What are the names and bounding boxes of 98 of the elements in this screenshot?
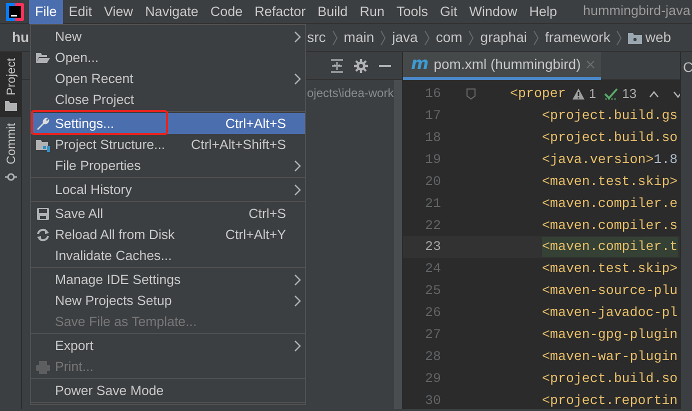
- menu-bar-item[interactable]: Help: [523, 0, 564, 24]
- breadcrumb-item[interactable]: graphai: [480, 27, 527, 48]
- tab-label: Project: [3, 58, 19, 96]
- scrollbar[interactable]: [394, 80, 402, 409]
- chevron-icon: [380, 28, 386, 46]
- chevron-icon: [616, 28, 622, 46]
- collapse-all-icon[interactable]: [330, 58, 344, 72]
- menu-item[interactable]: Local History: [31, 179, 305, 200]
- breadcrumb-item[interactable]: com: [436, 27, 462, 48]
- chevron-icon: [532, 28, 539, 46]
- line-number: 21: [424, 194, 441, 213]
- code-text: <maven.test.skip>: [542, 260, 678, 278]
- menu-bar-item[interactable]: Run: [354, 0, 390, 24]
- code-text: <project.build.so: [542, 129, 678, 147]
- code-text: <maven.compiler.s: [542, 216, 678, 235]
- code-text: <project.build.so: [542, 370, 678, 388]
- wrench-icon: [36, 116, 50, 130]
- code-text: <maven.compiler.e: [542, 194, 678, 213]
- commit-icon: [5, 170, 17, 183]
- settings-icon[interactable]: [354, 58, 368, 72]
- line-number: 25: [424, 282, 441, 300]
- folder-icon: [5, 101, 17, 112]
- line-number: 16: [424, 85, 441, 104]
- menu-item[interactable]: Manage IDE Settings: [31, 269, 305, 290]
- chevron-icon: [424, 28, 430, 46]
- chevron-icon: [332, 28, 338, 46]
- line-number: 18: [424, 129, 441, 147]
- line-number: 26: [424, 304, 441, 322]
- breadcrumb-item[interactable]: web: [645, 27, 672, 48]
- menu-item[interactable]: Close Project: [31, 89, 305, 110]
- line-number: 22: [424, 216, 441, 235]
- editor-tab[interactable]: m pom.xml (hummingbird): [403, 52, 601, 80]
- menu-item[interactable]: File Properties: [31, 155, 305, 176]
- code-text: <maven-javadoc-pl: [542, 304, 678, 322]
- open-folder-icon: [36, 50, 50, 64]
- breadcrumb-item[interactable]: src: [307, 27, 326, 48]
- line-number: 28: [424, 348, 441, 366]
- check-count[interactable]: 13: [622, 84, 637, 104]
- tab-label: pom.xml (hummingbird): [434, 55, 581, 74]
- menu-bar-item[interactable]: Tools: [390, 0, 434, 24]
- project-path: ojects\idea-work: [307, 85, 394, 102]
- menu-bar-item[interactable]: Refactor: [248, 0, 312, 24]
- menu-item[interactable]: New: [31, 26, 305, 47]
- folder-icon: [628, 32, 642, 44]
- menu-item[interactable]: Open...: [31, 47, 305, 68]
- window-title: hummingbird-java: [583, 2, 690, 20]
- breadcrumb-item[interactable]: main: [344, 27, 374, 48]
- menu-bar-item[interactable]: Window: [463, 0, 524, 24]
- breadcrumb-item[interactable]: java: [392, 27, 418, 48]
- menu-item[interactable]: Save All Ctrl+S: [31, 203, 305, 224]
- project-name[interactable]: hu: [12, 27, 30, 48]
- line-number: 19: [424, 150, 441, 169]
- menu-item[interactable]: Reload All from Disk Ctrl+Alt+Y: [31, 224, 305, 245]
- menu-bar-item[interactable]: Navigate: [139, 0, 204, 24]
- code-text: <maven-war-plugin: [542, 348, 678, 366]
- menu-bar-item[interactable]: Code: [204, 0, 249, 24]
- code-text: <maven.test.skip>: [542, 172, 678, 191]
- line-number: 20: [424, 172, 441, 191]
- menu-item[interactable]: Project Structure... Ctrl+Alt+Shift+S: [31, 134, 305, 155]
- tab-label: Commit: [3, 123, 19, 165]
- code-text: <maven-source-plu: [542, 282, 678, 300]
- menu-bar-item[interactable]: Edit: [62, 0, 98, 24]
- chevron-icon: [468, 28, 474, 46]
- code-text: <java.version>: [542, 150, 654, 169]
- code-text: 1.8: [654, 150, 678, 169]
- menu-bar-item[interactable]: View: [98, 0, 140, 24]
- tool-window-tab[interactable]: Project: [0, 52, 22, 118]
- line-number: 30: [424, 392, 441, 410]
- line-number: 17: [424, 107, 441, 126]
- menu-bar-item[interactable]: Git: [434, 0, 464, 24]
- fold-icon[interactable]: [466, 88, 476, 100]
- breadcrumb-item[interactable]: framework: [544, 27, 610, 48]
- line-number: 24: [424, 260, 441, 278]
- warning-icon: [572, 88, 585, 100]
- warning-count[interactable]: 1: [588, 84, 596, 104]
- printer-icon: [36, 360, 50, 374]
- maven-file-icon: m: [411, 56, 429, 73]
- line-number: 29: [424, 370, 441, 388]
- menu-bar-item[interactable]: Build: [312, 0, 354, 24]
- line-number: 27: [424, 326, 441, 344]
- menu-item[interactable]: Open Recent: [31, 68, 305, 89]
- tool-window-tab[interactable]: Commit: [0, 117, 22, 189]
- app-logo-icon: [6, 2, 24, 20]
- code-text: <maven.compiler.t: [542, 237, 678, 258]
- menu-item[interactable]: Settings... Ctrl+Alt+S: [31, 113, 305, 134]
- folder-grid-icon: [36, 138, 50, 152]
- code-text: <maven-gpg-plugin: [542, 326, 678, 344]
- menu-item[interactable]: Power Save Mode: [31, 380, 305, 401]
- menu-item[interactable]: Invalidate Caches...: [31, 245, 305, 266]
- line-number: 23: [424, 238, 441, 256]
- menu-item[interactable]: Export: [31, 335, 305, 356]
- code-text: <project.build.gs: [542, 107, 678, 126]
- check-icon: [604, 88, 618, 100]
- code-text: <project.reportin: [542, 392, 678, 410]
- code-text: <proper: [510, 85, 566, 104]
- menu-item[interactable]: New Projects Setup: [31, 290, 305, 311]
- refresh-icon: [36, 228, 50, 242]
- menu-bar-item[interactable]: File: [29, 0, 63, 24]
